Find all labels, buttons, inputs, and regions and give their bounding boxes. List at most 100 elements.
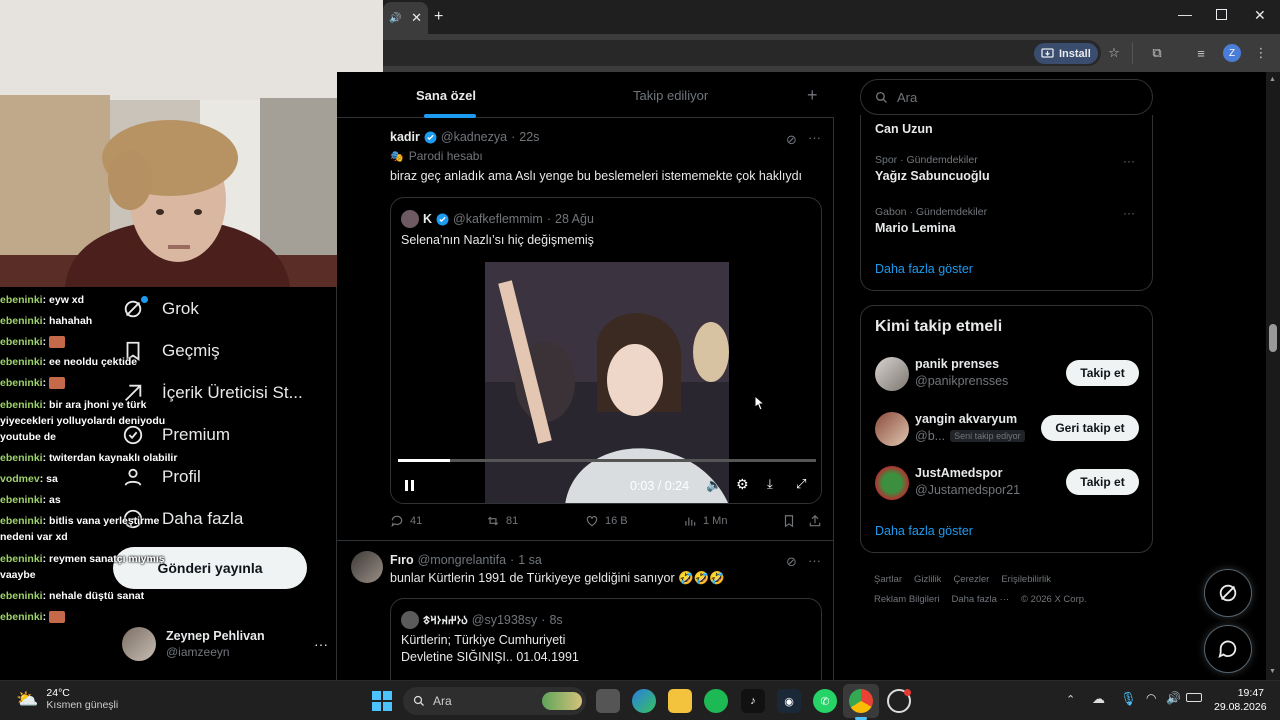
audio-icon[interactable]: 🔊 xyxy=(389,13,401,24)
media-control-icon[interactable]: ≡ xyxy=(1192,44,1210,62)
weather-widget[interactable]: ⛅ 24°C Kısmen güneşli xyxy=(16,687,118,711)
tweet-handle[interactable]: @kadnezya xyxy=(441,130,507,144)
video-progress-track[interactable] xyxy=(398,459,816,462)
account-more-icon[interactable]: ··· xyxy=(314,636,328,652)
follow-name[interactable]: JustAmedspor xyxy=(915,466,1020,480)
scrollbar-thumb[interactable] xyxy=(1269,324,1277,352)
tweet-time[interactable]: 22s xyxy=(519,130,539,144)
taskbar-search[interactable]: Ara xyxy=(403,687,586,715)
tab-close-icon[interactable]: ✕ xyxy=(411,10,422,26)
grok-icon[interactable]: ⊘ xyxy=(786,554,797,570)
tweet-more-icon[interactable]: ··· xyxy=(808,130,821,145)
bookmark-star-icon[interactable]: ☆ xyxy=(1105,44,1123,62)
microphone-icon[interactable]: 🎙 xyxy=(1120,691,1137,707)
new-tab-button[interactable]: + xyxy=(434,8,443,26)
footer-link[interactable]: Daha fazla ··· xyxy=(951,590,1009,610)
follow-back-button[interactable]: Geri takip et xyxy=(1041,415,1139,441)
tab-following[interactable]: Takip ediliyor xyxy=(633,72,708,118)
search-icon xyxy=(875,91,887,103)
add-feed-icon[interactable]: + xyxy=(807,72,818,118)
footer-link[interactable]: Gizlilik xyxy=(914,570,941,590)
volume-icon[interactable]: 🔊 xyxy=(1166,691,1181,705)
tweet[interactable]: kadir @kadnezya · 22s ⊘ ··· 🎭 Parodi hes… xyxy=(390,130,822,183)
spotify-icon[interactable] xyxy=(704,689,728,713)
footer-link[interactable]: Reklam Bilgileri xyxy=(874,590,939,610)
trend-item[interactable]: Spor · Gündemdekiler Yağız Sabuncuoğlu ·… xyxy=(875,154,1137,183)
reply-button[interactable]: 41 xyxy=(390,514,422,528)
tweet[interactable]: Fıro @mongrelantifa · 1 sa ⊘ ··· bunlar … xyxy=(390,553,822,586)
follow-avatar[interactable] xyxy=(875,466,909,500)
footer-link[interactable]: Erişilebilirlik xyxy=(1001,570,1051,590)
windows-start-icon[interactable] xyxy=(370,689,394,713)
install-app-button[interactable]: Install xyxy=(1034,43,1098,64)
pip-icon[interactable]: ⤓ xyxy=(767,476,773,492)
follow-button[interactable]: Takip et xyxy=(1066,469,1139,495)
battery-icon[interactable] xyxy=(1186,693,1202,702)
account-switcher[interactable]: Zeynep Pehlivan @iamzeeyn ··· xyxy=(122,624,328,664)
trend-item[interactable]: Gabon · Gündemdekiler Mario Lemina ··· xyxy=(875,206,1137,235)
fullscreen-icon[interactable]: ⤢ xyxy=(796,476,806,492)
profile-avatar[interactable]: Z xyxy=(1223,44,1241,62)
trend-item[interactable]: Can Uzun xyxy=(875,119,1137,136)
chat-message: ebeninki: xyxy=(0,332,200,353)
follow-button[interactable]: Takip et xyxy=(1066,360,1139,386)
tweet-author-name[interactable]: Fıro xyxy=(390,553,414,567)
emote-icon xyxy=(49,611,66,624)
file-explorer-icon[interactable] xyxy=(668,689,692,713)
messages-fab-button[interactable] xyxy=(1204,625,1252,673)
address-bar[interactable] xyxy=(383,40,1101,66)
tray-overflow-icon[interactable]: ⌃ xyxy=(1066,693,1075,706)
settings-icon[interactable]: ⚙ xyxy=(736,476,749,493)
chat-message: ebeninki: xyxy=(0,607,200,628)
scroll-up-arrow[interactable]: ▲ xyxy=(1269,76,1276,83)
trend-more-icon[interactable]: ··· xyxy=(1123,154,1135,168)
maximize-icon[interactable] xyxy=(1216,9,1227,20)
tiktok-icon[interactable]: ♪ xyxy=(741,689,765,713)
tab-for-you[interactable]: Sana özel xyxy=(416,72,476,118)
browser-menu-icon[interactable]: ⋮ xyxy=(1252,44,1270,62)
tweet-more-icon[interactable]: ··· xyxy=(808,553,821,568)
grok-fab-button[interactable] xyxy=(1204,569,1252,617)
close-window-icon[interactable]: ✕ xyxy=(1254,7,1266,24)
heart-icon xyxy=(586,516,598,527)
pause-icon[interactable] xyxy=(405,480,414,491)
bookmark-button[interactable] xyxy=(782,514,796,528)
tweet-author-name[interactable]: kadir xyxy=(390,130,420,144)
chrome-icon[interactable] xyxy=(849,689,873,713)
show-more-trends-link[interactable]: Daha fazla göster xyxy=(875,262,973,276)
follow-avatar[interactable] xyxy=(875,412,909,446)
clock[interactable]: 19:47 29.08.2026 xyxy=(1214,687,1267,713)
quoted-tweet[interactable]: K @kafkeflemmim · 28 Ağu Selena’nın Nazl… xyxy=(390,197,822,504)
extensions-icon[interactable]: ⧉ xyxy=(1148,44,1166,62)
tweet-avatar[interactable] xyxy=(351,551,383,583)
views-button[interactable]: 1 Mn xyxy=(683,514,727,528)
like-button[interactable]: 16 B xyxy=(585,514,628,528)
volume-icon[interactable]: 🔈 xyxy=(706,477,722,493)
wifi-icon[interactable]: ◠ xyxy=(1146,691,1156,705)
scroll-down-arrow[interactable]: ▼ xyxy=(1269,668,1276,675)
repost-button[interactable]: 81 xyxy=(486,514,518,528)
search-box[interactable]: Ara xyxy=(860,79,1153,115)
tweet-time[interactable]: 1 sa xyxy=(518,553,542,567)
whatsapp-icon[interactable]: ✆ xyxy=(813,689,837,713)
task-view-icon[interactable] xyxy=(596,689,620,713)
show-more-follows-link[interactable]: Daha fazla göster xyxy=(875,524,973,538)
follow-name[interactable]: yangin akvaryum xyxy=(915,412,1025,426)
share-button[interactable] xyxy=(808,514,822,528)
follow-name[interactable]: panik prenses xyxy=(915,357,1008,371)
steam-icon[interactable]: ◉ xyxy=(777,689,801,713)
taskbar-search-placeholder: Ara xyxy=(433,694,452,708)
video-player[interactable]: 0:03 / 0:24 🔈 ⚙ ⤓ ⤢ xyxy=(391,262,821,503)
trend-more-icon[interactable]: ··· xyxy=(1123,206,1135,220)
minimize-icon[interactable]: — xyxy=(1178,6,1192,22)
page-scrollbar[interactable]: ▲ ▼ xyxy=(1266,72,1280,680)
grok-icon[interactable]: ⊘ xyxy=(786,132,797,148)
browser-tab[interactable]: 🔊 ✕ xyxy=(383,2,428,34)
footer-link[interactable]: Şartlar xyxy=(874,570,902,590)
follow-avatar[interactable] xyxy=(875,357,909,391)
tweet-handle[interactable]: @mongrelantifa xyxy=(418,553,506,567)
onedrive-icon[interactable]: ☁ xyxy=(1092,691,1105,707)
edge-icon[interactable] xyxy=(632,689,656,713)
quote-text-line: Kürtlerin; Türkiye Cumhuriyeti xyxy=(401,633,566,647)
footer-link[interactable]: Çerezler xyxy=(953,570,989,590)
